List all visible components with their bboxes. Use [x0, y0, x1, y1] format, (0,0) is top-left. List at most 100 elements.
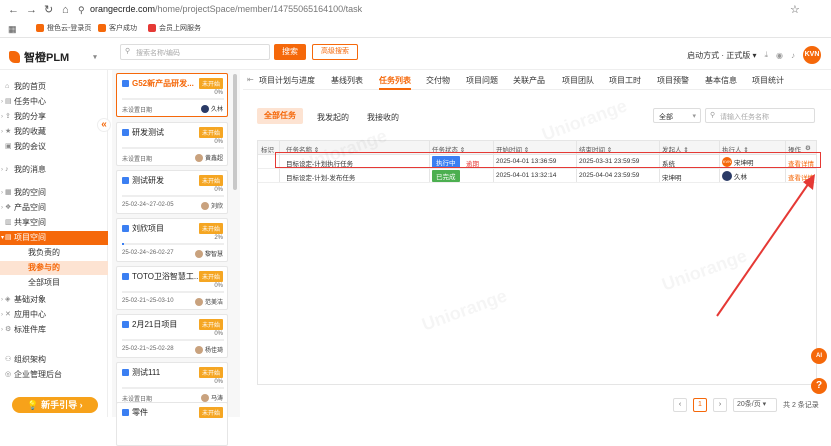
app-icon: ✕ [5, 311, 11, 318]
chevron-right-icon: › [1, 312, 3, 318]
tab-team[interactable]: 项目团队 [562, 75, 594, 86]
tab-products[interactable]: 关联产品 [513, 75, 545, 86]
advanced-search-button[interactable]: 高级搜索 [312, 44, 358, 60]
project-date: 25-02-24~27-02-05 [122, 202, 174, 208]
sidebar-item-project-space[interactable]: ▾ ▤ 项目空间 [0, 231, 108, 245]
progress-percent: 2% [214, 235, 223, 241]
project-list: G52新产品研发... 未开始 0% 未设置日期 久林 研发测试 未开始 0% … [112, 70, 240, 446]
sidebar-sub-mine[interactable]: 我负责的 [0, 246, 108, 260]
site-info-icon[interactable]: ⚲ [78, 3, 85, 17]
search-button[interactable]: 搜索 [274, 44, 306, 60]
project-list-scrollbar[interactable] [233, 74, 237, 190]
sidebar-item-admin[interactable]: ◎ 企业管理后台 [0, 368, 108, 382]
progress-bar [122, 195, 224, 197]
subtab-initiated[interactable]: 我发起的 [317, 112, 349, 123]
sidebar-sub-all[interactable]: 全部项目 [0, 276, 108, 290]
sidebar-item-share[interactable]: › ⇪ 我的分享 [0, 110, 108, 124]
tab-deliverables[interactable]: 交付物 [426, 75, 450, 86]
chevron-right-icon: › [1, 167, 3, 173]
ai-assistant-button[interactable]: AI [811, 348, 827, 364]
sidebar-item-app-center[interactable]: › ✕ 应用中心 [0, 308, 108, 322]
project-card[interactable]: 2月21日项目 未开始 0% 25-02-21~25-02-28 杨佳琦 [116, 314, 228, 358]
download-icon[interactable]: ⤓ [764, 50, 768, 60]
sidebar-item-standard-library[interactable]: › ⚙ 标准件库 [0, 323, 108, 337]
sidebar-sub-participated[interactable]: 我参与的 [0, 261, 108, 275]
task-name[interactable]: 目标设定-计划-发布任务 [286, 172, 355, 182]
tab-plan[interactable]: 项目计划与进度 [259, 75, 315, 86]
sidebar-item-meeting[interactable]: ▣ 我的会议 [0, 140, 108, 154]
search-icon: ⚲ [125, 48, 131, 55]
project-card[interactable]: TOTO卫浴智慧工... 未开始 0% 25-02-21~25-03-10 范美… [116, 266, 228, 310]
app-logo[interactable]: 智橙PLM ▾ [9, 49, 97, 65]
sidebar-item-favorites[interactable]: › ★ 我的收藏 [0, 125, 108, 139]
home-icon: ⌂ [5, 83, 10, 90]
apps-icon[interactable]: ▦ [8, 22, 17, 36]
space-icon: ▦ [5, 189, 12, 196]
project-card[interactable]: 研发测试 未开始 0% 未设置日期 黄鑫超 [116, 122, 228, 166]
tab-stats[interactable]: 项目统计 [752, 75, 784, 86]
collapse-sidebar-button[interactable]: « [97, 118, 111, 132]
tab-baseline[interactable]: 基线列表 [331, 75, 363, 86]
sidebar-item-my-space[interactable]: › ▦ 我的空间 [0, 186, 108, 200]
sidebar-item-org[interactable]: ⚇ 组织架构 [0, 353, 108, 367]
chevron-down-icon[interactable]: ▾ [93, 53, 97, 61]
reload-icon[interactable]: ↻ [44, 3, 53, 17]
subtab-received[interactable]: 我接收的 [367, 112, 399, 123]
project-owner: 杨佳琦 [194, 345, 223, 354]
bell-icon[interactable]: ♪ [791, 51, 795, 60]
page-number[interactable]: 1 [693, 398, 707, 412]
subtab-all-tasks[interactable]: 全部任务 [257, 108, 303, 124]
orange-cloud-icon [36, 24, 44, 32]
search-input[interactable]: ⚲ 搜索名称/编码 [120, 44, 270, 60]
tab-issues[interactable]: 项目问题 [466, 75, 498, 86]
guide-button[interactable]: 💡 新手引导 › [12, 397, 98, 413]
help-button[interactable]: ? [811, 378, 827, 394]
project-card[interactable]: G52新产品研发... 未开始 0% 未设置日期 久林 [116, 73, 228, 117]
bookmark-star-icon[interactable]: ☆ [790, 3, 800, 17]
scope-select[interactable]: 全部 ▾ [653, 108, 701, 123]
tab-task-list[interactable]: 任务列表 [379, 75, 411, 86]
prev-page-button[interactable]: ‹ [673, 398, 687, 412]
url-bar[interactable]: orangecrde.com/home/projectSpace/member/… [90, 4, 362, 14]
sidebar-item-messages[interactable]: › ♪ 我的消息 [0, 163, 108, 177]
tab-basic-info[interactable]: 基本信息 [705, 75, 737, 86]
project-card[interactable]: 零件 未开始 [116, 402, 228, 446]
sidebar-item-objects[interactable]: › ◈ 基础对象 [0, 293, 108, 307]
user-avatar[interactable]: KVN [803, 46, 821, 64]
avatar [194, 297, 203, 306]
home-icon[interactable]: ⌂ [62, 3, 69, 17]
bookmark-2[interactable]: 客户成功 [98, 23, 137, 33]
gear-icon[interactable]: ⚙ [805, 144, 811, 152]
project-card[interactable]: 测试研发 未开始 0% 25-02-24~27-02-05 刘欣 [116, 170, 228, 214]
next-page-button[interactable]: › [713, 398, 727, 412]
sidebar-item-home[interactable]: ⌂ 我的首页 [0, 80, 108, 94]
bookmark-1[interactable]: 橙色云-登录页 [36, 23, 91, 33]
mode-select[interactable]: 启动方式 · 正式版 ▾ [687, 50, 756, 61]
tab-warnings[interactable]: 项目预警 [657, 75, 689, 86]
task-search-input[interactable]: ⚲ 请输入任务名称 [705, 108, 815, 123]
tab-collapse-icon[interactable]: ⇤ [247, 75, 254, 84]
end-time: 2025-04-04 23:59:59 [579, 172, 640, 179]
chevron-right-icon: › [1, 129, 3, 135]
forward-icon[interactable]: → [26, 3, 37, 17]
help-icon[interactable]: ◉ [776, 51, 783, 60]
project-date: 未设置日期 [122, 157, 153, 163]
project-card[interactable]: 刘欣项目 未开始 2% 25-02-24~26-02-27 黎智慧 [116, 218, 228, 262]
project-card[interactable]: 测试111 未开始 0% 未设置日期 马涛 [116, 362, 228, 406]
status-badge: 未开始 [198, 407, 223, 418]
meeting-icon: ▣ [5, 143, 12, 150]
sidebar-item-shared-space[interactable]: ▥ 共享空间 [0, 216, 108, 230]
task-icon: ▤ [5, 98, 12, 105]
status-badge: 未开始 [198, 127, 223, 138]
project-icon [122, 80, 129, 87]
page-size-select[interactable]: 20条/页 ▾ [733, 398, 777, 412]
sidebar-item-product-space[interactable]: › ❖ 产品空间 [0, 201, 108, 215]
product-icon: ❖ [5, 204, 12, 211]
star-icon: ★ [5, 128, 12, 135]
back-icon[interactable]: ← [8, 3, 19, 17]
header-right: 启动方式 · 正式版 ▾ ⤓ ◉ ♪ KVN [687, 46, 821, 64]
bookmark-3[interactable]: 会员上网服务 [148, 23, 201, 33]
tab-hours[interactable]: 项目工时 [609, 75, 641, 86]
library-icon: ⚙ [5, 326, 12, 333]
sidebar-item-task-center[interactable]: › ▤ 任务中心 [0, 95, 108, 109]
